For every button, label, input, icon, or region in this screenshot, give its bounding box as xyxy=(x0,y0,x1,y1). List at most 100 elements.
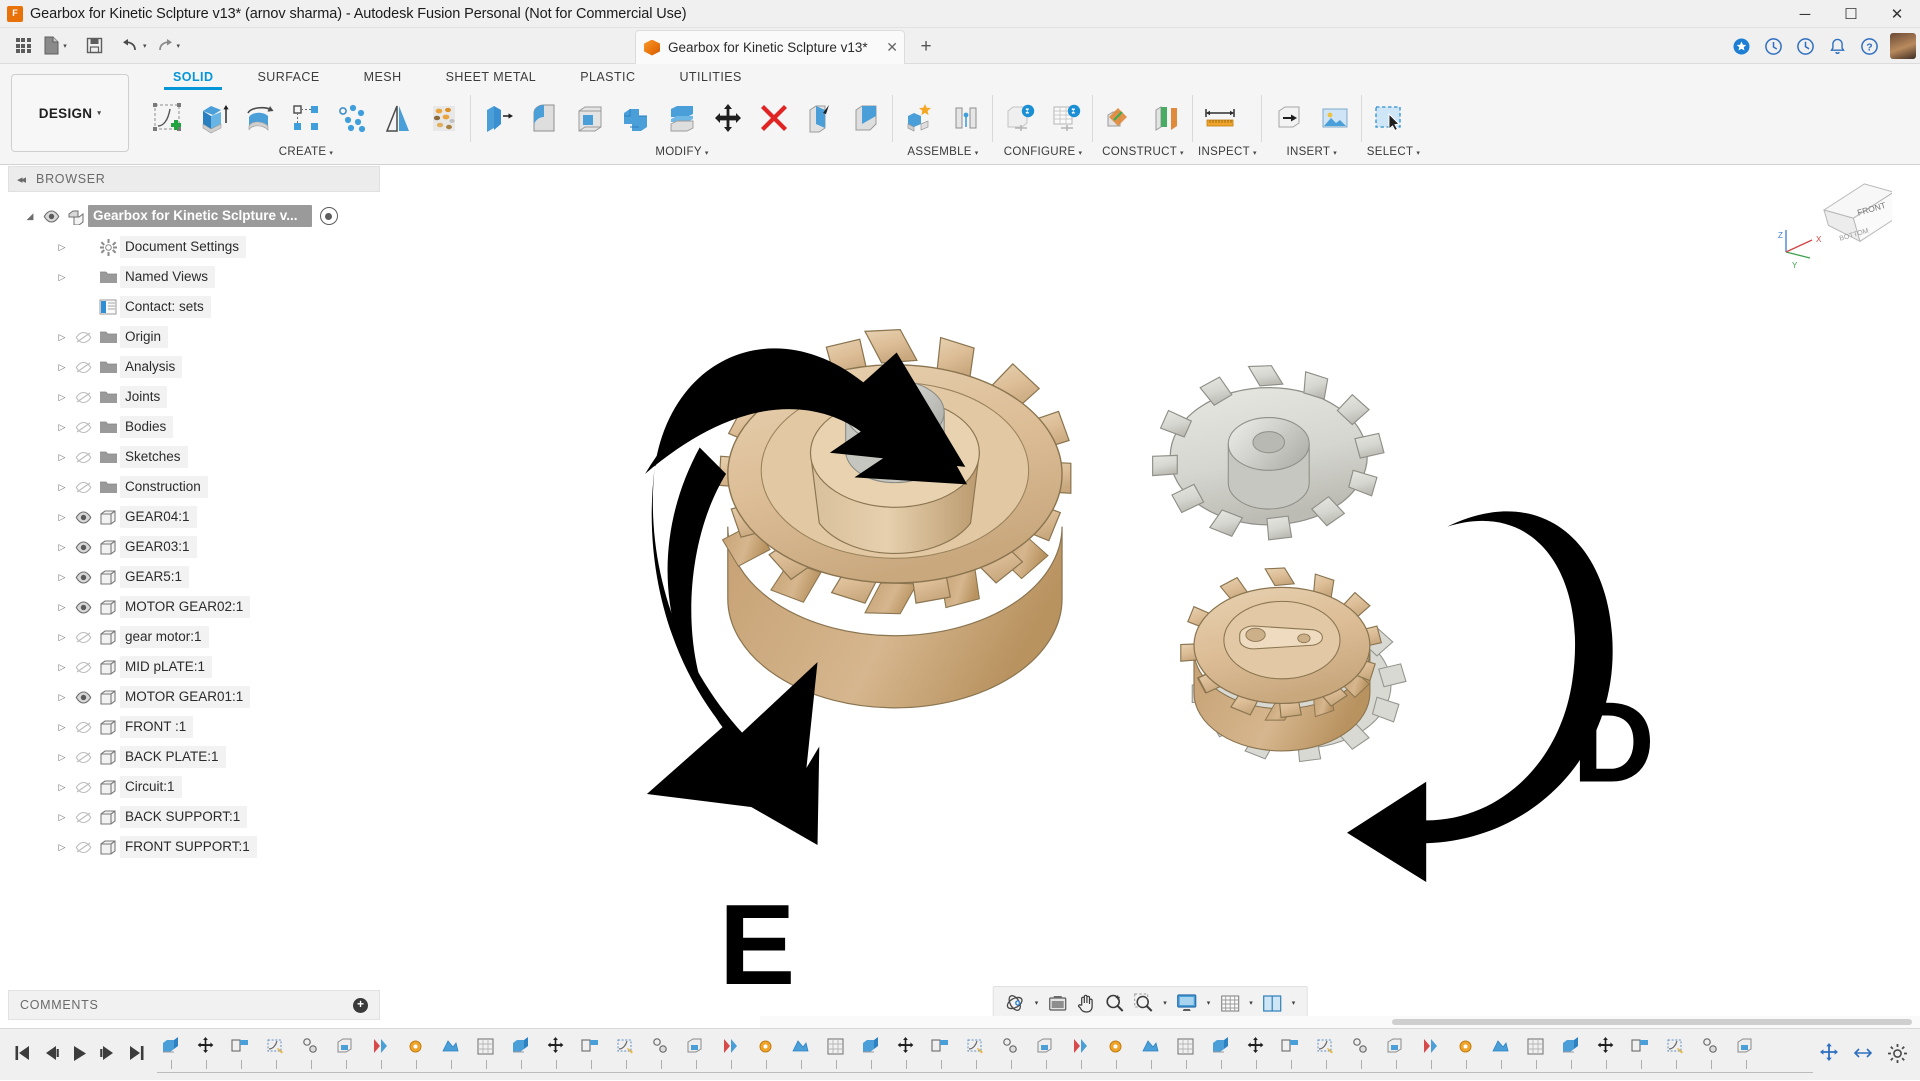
expand-arrow-icon[interactable]: ▷ xyxy=(54,453,70,462)
timeline-feature-item[interactable] xyxy=(1168,1033,1203,1077)
expand-arrow-icon[interactable]: ▷ xyxy=(54,243,70,252)
browser-tree-item[interactable]: ▷Sketches xyxy=(8,442,380,472)
look-at-icon[interactable] xyxy=(1043,989,1071,1017)
visibility-eye-off-icon[interactable] xyxy=(70,811,96,824)
timeline-feature-item[interactable] xyxy=(1588,1033,1623,1077)
save-icon[interactable] xyxy=(79,32,109,60)
joint-icon[interactable] xyxy=(944,93,988,143)
timeline-feature-item[interactable] xyxy=(1693,1033,1728,1077)
visibility-eye-off-icon[interactable] xyxy=(70,451,96,464)
timeline-feature-item[interactable] xyxy=(1063,1033,1098,1077)
timeline-feature-item[interactable] xyxy=(258,1033,293,1077)
expand-arrow-icon[interactable]: ▷ xyxy=(54,693,70,702)
expand-arrow-icon[interactable]: ▷ xyxy=(54,333,70,342)
shell-icon[interactable] xyxy=(568,93,612,143)
move-copy-icon[interactable] xyxy=(706,93,750,143)
circular-pattern-icon[interactable] xyxy=(330,93,374,143)
tab-plastic[interactable]: PLASTIC xyxy=(578,67,637,87)
timeline-feature-track[interactable] xyxy=(153,1029,1813,1081)
select-window-icon[interactable] xyxy=(1367,93,1411,143)
timeline-feature-item[interactable] xyxy=(363,1033,398,1077)
document-tab[interactable]: Gearbox for Kinetic Sclpture v13* ✕ xyxy=(635,30,905,64)
expand-arrow-icon[interactable]: ▷ xyxy=(54,483,70,492)
timeline-feature-item[interactable] xyxy=(503,1033,538,1077)
timeline-feature-item[interactable] xyxy=(328,1033,363,1077)
thread-icon[interactable] xyxy=(422,93,466,143)
timeline-move-icon[interactable] xyxy=(1819,1043,1839,1066)
timeline-feature-item[interactable] xyxy=(853,1033,888,1077)
expand-arrow-icon[interactable]: ▷ xyxy=(54,753,70,762)
redo-caret[interactable]: ▾ xyxy=(177,42,181,50)
redo-icon[interactable]: ▾ xyxy=(152,32,184,60)
notifications-bell-icon[interactable] xyxy=(1822,31,1852,61)
add-comment-icon[interactable]: + xyxy=(353,998,368,1013)
new-component-icon[interactable] xyxy=(898,93,942,143)
play-icon[interactable] xyxy=(72,1045,87,1065)
timeline-feature-item[interactable] xyxy=(1378,1033,1413,1077)
timeline-feature-item[interactable] xyxy=(1273,1033,1308,1077)
visibility-eye-off-icon[interactable] xyxy=(70,481,96,494)
browser-tree-item[interactable]: ▷Joints xyxy=(8,382,380,412)
timeline-feature-item[interactable] xyxy=(643,1033,678,1077)
pan-icon[interactable] xyxy=(1072,989,1099,1017)
extrude-icon[interactable] xyxy=(192,93,236,143)
timeline-feature-item[interactable] xyxy=(1343,1033,1378,1077)
visibility-eye-icon[interactable] xyxy=(70,571,96,584)
ribbon-group-assemble-label[interactable]: ASSEMBLE▾ xyxy=(898,146,988,164)
browser-collapse-icon[interactable]: ◂◂ xyxy=(17,173,24,186)
orbit-caret[interactable]: ▾ xyxy=(1031,999,1043,1007)
configure-table-icon[interactable] xyxy=(1044,93,1088,143)
timeline-feature-item[interactable] xyxy=(608,1033,643,1077)
timeline-feature-item[interactable] xyxy=(1623,1033,1658,1077)
zoom-window-icon[interactable] xyxy=(1129,989,1158,1017)
timeline-feature-item[interactable] xyxy=(748,1033,783,1077)
create-sketch-icon[interactable] xyxy=(146,93,190,143)
model-canvas[interactable]: E D FRONT BOTTOM Z Y X xyxy=(380,166,1920,1028)
ribbon-group-select-label[interactable]: SELECT▾ xyxy=(1367,146,1420,164)
offset-plane-icon[interactable] xyxy=(1098,93,1142,143)
component-activate-icon[interactable] xyxy=(320,207,338,225)
minimize-button[interactable]: ─ xyxy=(1782,0,1828,28)
timeline-feature-item[interactable] xyxy=(923,1033,958,1077)
jump-to-beginning-icon[interactable] xyxy=(14,1045,31,1064)
expand-arrow-icon[interactable]: ▷ xyxy=(54,723,70,732)
expand-arrow-icon[interactable]: ▷ xyxy=(54,813,70,822)
visibility-eye-off-icon[interactable] xyxy=(70,661,96,674)
close-button[interactable]: ✕ xyxy=(1874,0,1920,28)
user-avatar[interactable] xyxy=(1890,33,1916,59)
comments-panel[interactable]: COMMENTS + xyxy=(8,990,380,1020)
browser-tree-item[interactable]: ▷Document Settings xyxy=(8,232,380,262)
split-face-icon[interactable] xyxy=(798,93,842,143)
timeline-feature-item[interactable] xyxy=(1238,1033,1273,1077)
timeline-feature-item[interactable] xyxy=(293,1033,328,1077)
timeline-feature-item[interactable] xyxy=(888,1033,923,1077)
tab-mesh[interactable]: MESH xyxy=(362,67,404,87)
plane-along-path-icon[interactable] xyxy=(1144,93,1188,143)
new-file-icon[interactable]: ▾ xyxy=(40,32,70,60)
offset-face-icon[interactable] xyxy=(660,93,704,143)
fillet-icon[interactable] xyxy=(522,93,566,143)
tab-solid[interactable]: SOLID xyxy=(171,67,215,87)
timeline-feature-item[interactable] xyxy=(188,1033,223,1077)
timeline-feature-item[interactable] xyxy=(678,1033,713,1077)
timeline-feature-item[interactable] xyxy=(223,1033,258,1077)
app-grid-icon[interactable] xyxy=(8,32,38,60)
extensions-icon[interactable] xyxy=(1726,31,1756,61)
tab-utilities[interactable]: UTILITIES xyxy=(677,67,743,87)
expand-arrow-icon[interactable]: ▷ xyxy=(54,543,70,552)
visibility-eye-off-icon[interactable] xyxy=(70,841,96,854)
visibility-eye-off-icon[interactable] xyxy=(70,721,96,734)
browser-tree-item[interactable]: ▷Circuit:1 xyxy=(8,772,380,802)
timeline-feature-item[interactable] xyxy=(1448,1033,1483,1077)
step-forward-icon[interactable] xyxy=(99,1045,116,1064)
visibility-eye-off-icon[interactable] xyxy=(70,331,96,344)
configure-design-icon[interactable] xyxy=(998,93,1042,143)
timeline-feature-item[interactable] xyxy=(1133,1033,1168,1077)
timeline-feature-item[interactable] xyxy=(153,1033,188,1077)
maximize-button[interactable]: ☐ xyxy=(1828,0,1874,28)
timeline-feature-item[interactable] xyxy=(818,1033,853,1077)
measure-icon[interactable] xyxy=(1198,93,1242,143)
timeline-feature-item[interactable] xyxy=(713,1033,748,1077)
document-tab-close-icon[interactable]: ✕ xyxy=(886,39,898,56)
step-back-icon[interactable] xyxy=(43,1045,60,1064)
